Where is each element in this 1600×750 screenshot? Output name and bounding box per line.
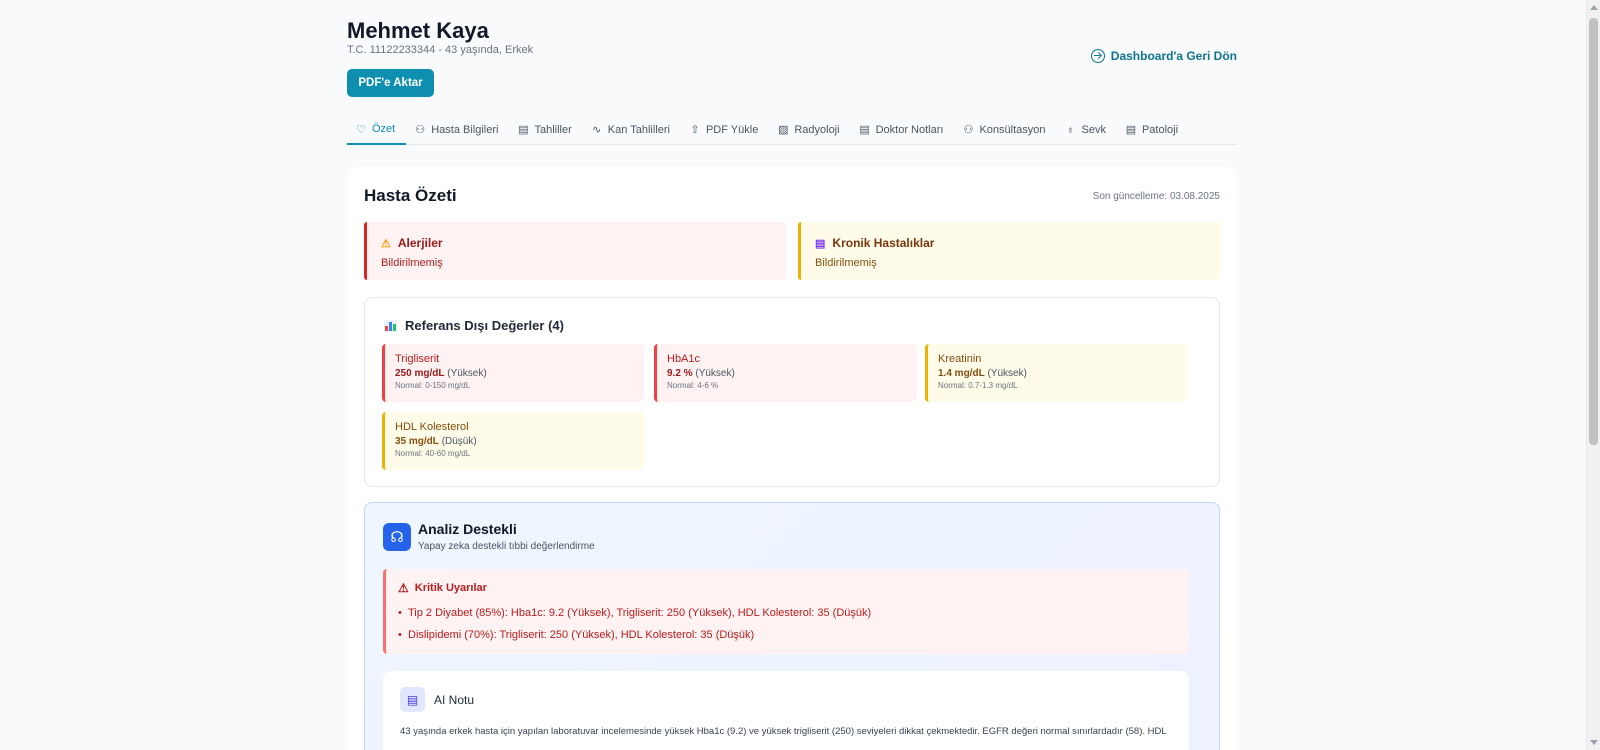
heart-pulse-icon: ♡ [356,123,366,136]
allergies-box: ⚠ Alerjiler Bildirilmemiş [364,222,786,280]
page-scrollbar[interactable] [1586,0,1600,750]
tab-konsultasyon[interactable]: ⚇ Konsültasyon [954,115,1056,144]
tab-label: Radyoloji [794,123,840,136]
lab-value-line: 9.2 % (Yüksek) [667,368,906,379]
activity-icon: ∿ [592,124,602,136]
lab-status: (Yüksek) [695,368,735,379]
notes-icon: ▤ [859,124,870,136]
lab-name: HDL Kolesterol [395,421,469,433]
critical-item: Dislipidemi (70%): Trigliserit: 250 (Yük… [398,629,1177,641]
bar-chart-icon [384,319,397,332]
ai-subtitle: Yapay zeka destekli tıbbi değerlendirme [418,541,595,552]
back-to-dashboard-link[interactable]: Dashboard'a Geri Dön [1090,49,1237,63]
scroll-down-arrow[interactable] [1590,740,1598,745]
lab-status: (Yüksek) [447,368,487,379]
lab-item-hba1c[interactable]: HbA1c 9.2 % (Yüksek) Normal: 4-6 % [654,344,916,402]
critical-label: Kritik Uyarılar [414,582,487,594]
chronic-text: Bildirilmemiş [815,257,877,269]
lab-status: (Yüksek) [987,368,1027,379]
lab-value: 35 mg/dL [395,436,439,447]
arrow-circle-right-icon [1090,49,1105,63]
scrollbar-thumb[interactable] [1589,18,1598,445]
scroll-up-arrow[interactable] [1590,5,1598,10]
lab-name: Trigliserit [395,353,440,365]
lab-normal-range: Normal: 4-6 % [667,381,719,390]
chronic-title: ▤ Kronik Hastalıklar [815,236,1206,250]
image-icon: ▨ [778,124,789,136]
patient-meta: T.C. 11122233344 - 43 yaşında, Erkek [347,44,534,56]
tab-kan-tahlilleri[interactable]: ∿ Kan Tahlilleri [583,115,681,144]
out-of-range-title: Referans Dışı Değerler (4) [384,318,564,333]
back-link-label: Dashboard'a Geri Dön [1110,49,1237,63]
tab-label: Özet [372,123,396,135]
ai-title: Analiz Destekli [418,521,517,537]
ai-analysis-panel: ☊ Analiz Destekli Yapay zeka destekli tı… [364,502,1220,750]
lab-value: 1.4 mg/dL [938,368,985,379]
tab-pdf-yukle[interactable]: ⇧ PDF Yükle [681,115,769,144]
allergies-title: ⚠ Alerjiler [381,236,772,250]
ai-note-text: 43 yaşında erkek hasta için yapılan labo… [400,726,1167,737]
lab-normal-range: Normal: 0-150 mg/dL [395,381,471,390]
lab-item-hdl-kolesterol[interactable]: HDL Kolesterol 35 mg/dL (Düşük) Normal: … [382,412,644,470]
clipboard-icon: ▤ [815,237,826,250]
lab-normal-range: Normal: 40-60 mg/dL [395,449,471,458]
out-of-range-panel: Referans Dışı Değerler (4) Trigliserit 2… [364,297,1220,487]
user-icon: ⚇ [415,124,426,136]
lab-value-line: 35 mg/dL (Düşük) [395,436,634,447]
file-text-icon: ▤ [400,687,425,712]
tab-label: Konsültasyon [979,123,1046,136]
tab-hasta-bilgileri[interactable]: ⚇ Hasta Bilgileri [406,115,509,144]
lab-value: 9.2 % [667,368,693,379]
chronic-diseases-box: ▤ Kronik Hastalıklar Bildirilmemiş [798,222,1220,280]
tab-radyoloji[interactable]: ▨ Radyoloji [769,115,850,144]
critical-warnings: ⚠ Kritik Uyarılar Tip 2 Diyabet (85%): H… [383,569,1189,654]
ai-note-title: AI Notu [434,693,475,707]
allergies-text: Bildirilmemiş [381,257,443,269]
tab-sevk[interactable]: ♁ Sevk [1056,115,1116,144]
tab-label: Hasta Bilgileri [431,123,499,136]
tab-label: Kan Tahlilleri [607,123,670,136]
lab-value-line: 250 mg/dL (Yüksek) [395,368,634,379]
critical-item: Tip 2 Diyabet (85%): Hba1c: 9.2 (Yüksek)… [398,607,1177,619]
tab-label: PDF Yükle [705,123,759,136]
tab-patoloji[interactable]: ▤ Patoloji [1117,115,1189,144]
critical-list: Tip 2 Diyabet (85%): Hba1c: 9.2 (Yüksek)… [398,607,1177,641]
tab-tahliller[interactable]: ▤ Tahliller [509,115,582,144]
alert-triangle-icon: ⚠ [398,581,409,595]
critical-title: ⚠ Kritik Uyarılar [398,581,1177,595]
lab-status: (Düşük) [441,436,477,447]
lab-item-kreatinin[interactable]: Kreatinin 1.4 mg/dL (Yüksek) Normal: 0.7… [925,344,1187,402]
lab-value-line: 1.4 mg/dL (Yüksek) [938,368,1177,379]
summary-card: Hasta Özeti Son güncelleme: 03.08.2025 ⚠… [347,167,1237,750]
tab-ozet[interactable]: ♡ Özet [347,115,407,145]
out-of-range-label: Referans Dışı Değerler (4) [405,318,564,333]
ai-note: ▤ AI Notu 43 yaşında erkek hasta için ya… [383,671,1189,750]
file-icon: ▤ [1125,124,1137,136]
stethoscope-icon: ♁ [1066,123,1075,136]
tab-label: Sevk [1081,123,1106,136]
tab-label: Doktor Notları [875,123,944,136]
lab-name: Kreatinin [938,353,982,365]
upload-icon: ⇧ [690,124,700,136]
document-icon: ▤ [518,124,529,136]
allergies-label: Alerjiler [397,236,443,250]
lab-normal-range: Normal: 0.7-1.3 mg/dL [938,381,1018,390]
warning-icon: ⚠ [381,237,391,250]
summary-title: Hasta Özeti [364,186,457,205]
tab-bar: ♡ Özet ⚇ Hasta Bilgileri ▤ Tahliller ∿ K… [347,115,1237,145]
patient-header: Mehmet Kaya T.C. 11122233344 - 43 yaşınd… [347,0,1237,112]
chronic-label: Kronik Hastalıklar [832,236,935,250]
tab-label: Patoloji [1141,123,1179,136]
patient-name: Mehmet Kaya [347,18,489,43]
lab-name: HbA1c [667,353,701,365]
brain-icon: ☊ [383,523,411,551]
last-update: Son güncelleme: 03.08.2025 [1092,191,1220,202]
tab-label: Tahliller [534,123,572,136]
lab-item-trigliserit[interactable]: Trigliserit 250 mg/dL (Yüksek) Normal: 0… [382,344,644,402]
users-icon: ⚇ [963,124,974,136]
patient-page: Mehmet Kaya T.C. 11122233344 - 43 yaşınd… [347,0,1237,750]
lab-value: 250 mg/dL [395,368,445,379]
export-pdf-button[interactable]: PDF'e Aktar [347,69,434,97]
tab-doktor-notlari[interactable]: ▤ Doktor Notları [851,115,955,144]
